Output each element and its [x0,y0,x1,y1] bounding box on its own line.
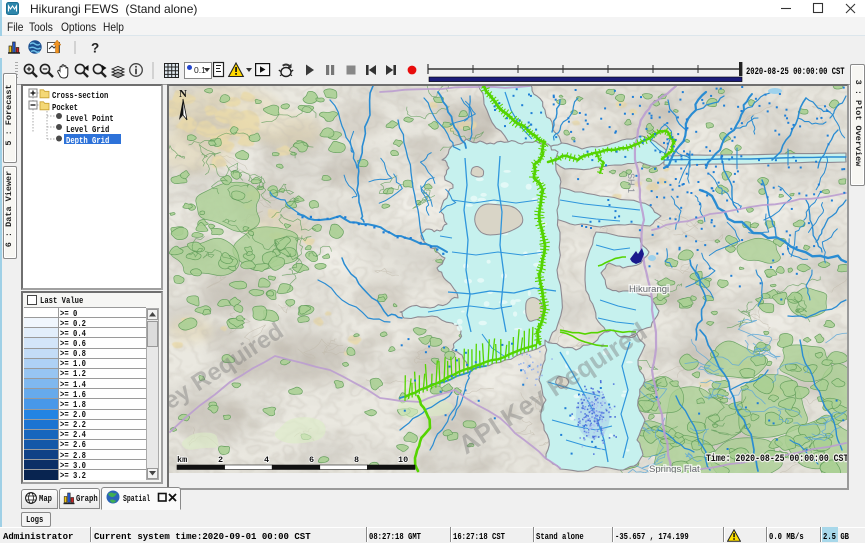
svg-text:?: ? [91,41,99,56]
svg-text:8: 8 [354,455,359,465]
svg-text:2: 2 [218,455,223,465]
svg-text:6: 6 [309,455,314,465]
svg-text:4: 4 [264,455,269,465]
svg-text:N: N [179,88,187,100]
svg-text:Springs Flat: Springs Flat [649,464,700,473]
svg-text:Time: 2020-08-25 00:00:00 CST: Time: 2020-08-25 00:00:00 CST [706,452,847,464]
svg-text:km: km [177,455,187,465]
svg-text:10: 10 [398,455,408,465]
svg-text:SH 1: SH 1 [626,173,636,193]
svg-text:Hikurangi: Hikurangi [629,284,669,295]
